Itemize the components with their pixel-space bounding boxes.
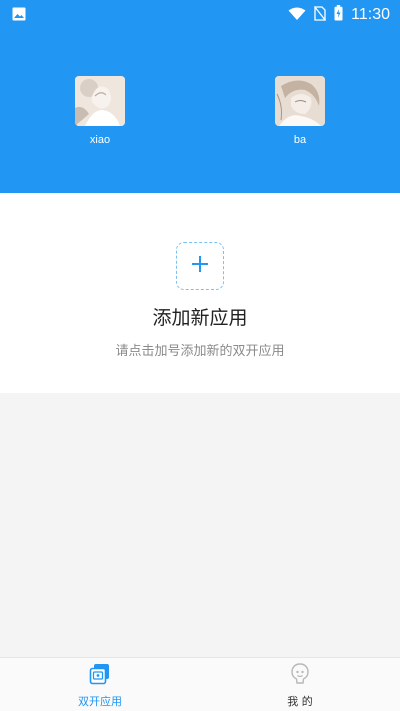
bottom-nav: 双开应用 我 的 — [0, 657, 400, 711]
add-app-title: 添加新应用 — [152, 307, 248, 329]
plus-icon — [190, 254, 210, 278]
add-app-subtitle: 请点击加号添加新的双开应用 — [115, 344, 285, 359]
tab-profile[interactable]: 我 的 — [200, 658, 400, 711]
image-icon — [12, 6, 26, 25]
app-item-ba[interactable]: ba — [260, 76, 340, 146]
add-app-button[interactable] — [176, 242, 224, 290]
app-avatar-icon — [75, 76, 125, 126]
app-item-xiao[interactable]: xiao — [60, 76, 140, 146]
status-bar: 11:30 — [0, 0, 400, 30]
tab-label: 我 的 — [287, 695, 313, 708]
app-avatar-icon — [275, 76, 325, 126]
tab-dual-apps[interactable]: 双开应用 — [0, 658, 200, 711]
wifi-icon — [288, 6, 306, 25]
status-time: 11:30 — [351, 6, 390, 23]
profile-icon — [288, 662, 312, 690]
add-app-panel: 添加新应用 请点击加号添加新的双开应用 — [0, 193, 400, 393]
app-label: xiao — [89, 134, 111, 146]
app-grid-header: xiao ba — [0, 30, 400, 193]
battery-charging-icon — [334, 5, 343, 25]
dual-apps-icon — [88, 662, 112, 690]
no-sim-icon — [314, 5, 327, 25]
app-label: ba — [293, 134, 307, 146]
tab-label: 双开应用 — [78, 695, 122, 708]
